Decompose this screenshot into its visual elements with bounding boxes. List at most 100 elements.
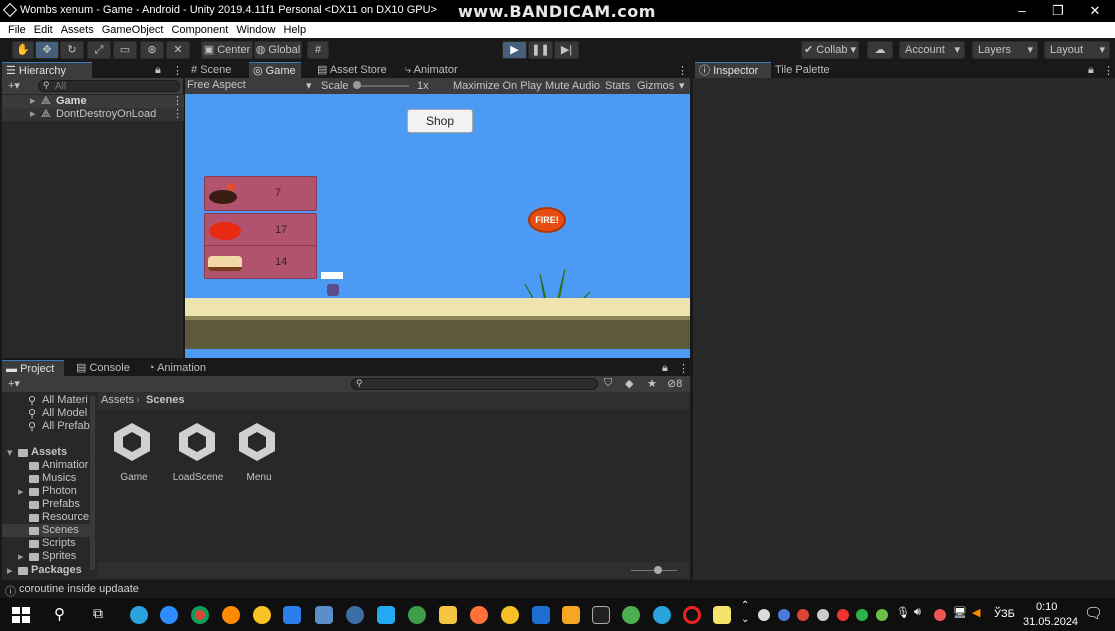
custom-tool-icon[interactable]: ✕ — [166, 41, 190, 59]
more-icon[interactable]: ⋮ — [172, 95, 183, 108]
chevron-up-icon[interactable]: ⌃ — [741, 600, 749, 611]
icon-size-slider-handle[interactable] — [654, 566, 662, 574]
hierarchy-search-input[interactable]: ⚲ All — [38, 80, 180, 92]
shop-button[interactable]: Shop — [407, 109, 473, 133]
chrome-icon[interactable] — [191, 606, 209, 624]
expand-arrow-icon[interactable]: ▸ — [30, 95, 36, 108]
asset-scene-menu[interactable]: Menu — [235, 420, 283, 483]
tree-folder-prefabs[interactable]: Prefabs — [42, 498, 80, 510]
collab-button[interactable]: ✔ Collab ▾ — [801, 41, 859, 59]
pivot-global-button[interactable]: ◍ Global — [254, 41, 302, 59]
more-icon[interactable]: ⋮ — [1103, 64, 1114, 77]
more-icon[interactable]: ⋮ — [677, 64, 688, 77]
tray-icon[interactable] — [758, 609, 770, 621]
status-message[interactable]: coroutine inside updaate — [19, 583, 139, 595]
record-icon[interactable] — [683, 606, 701, 624]
play-button[interactable]: ▶ — [502, 41, 527, 59]
aspect-dropdown[interactable]: Free Aspect ▾ — [187, 79, 315, 93]
favorite-all-models[interactable]: All Model — [42, 407, 87, 419]
app-icon[interactable] — [222, 606, 240, 624]
menu-edit[interactable]: Edit — [34, 24, 53, 36]
minimize-icon[interactable]: – — [1007, 2, 1037, 20]
tree-folder-resources[interactable]: Resource — [42, 511, 89, 523]
tree-folder-scripts[interactable]: Scripts — [42, 537, 76, 549]
tab-animator[interactable]: ⤷ Animator — [401, 62, 462, 78]
step-button[interactable]: ▶| — [554, 41, 579, 59]
hidden-packages-icon[interactable]: ⊘8 — [667, 377, 682, 390]
restore-icon[interactable]: ❐ — [1043, 2, 1073, 20]
clock-time[interactable]: 0:10 — [1036, 601, 1057, 613]
search-icon[interactable]: ⚲ — [54, 605, 65, 623]
more-icon[interactable]: ⋮ — [678, 362, 689, 375]
transform-tool-icon[interactable]: ⊛ — [140, 41, 164, 59]
tree-folder-sprites[interactable]: Sprites — [42, 550, 76, 562]
app-icon[interactable] — [562, 606, 580, 624]
move-tool-icon[interactable]: ✥ — [35, 41, 59, 59]
hierarchy-item-dontdestroyonload[interactable]: ▸ ⟁ DontDestroyOnLoad ⋮ — [2, 108, 184, 121]
zoom-icon[interactable] — [160, 606, 178, 624]
scale-slider[interactable] — [354, 85, 409, 87]
tab-console[interactable]: ▤ Console — [72, 360, 134, 376]
tree-scrollbar[interactable] — [90, 396, 95, 570]
tree-folder-photon[interactable]: Photon — [42, 485, 77, 497]
favorite-all-materials[interactable]: All Materi — [42, 394, 88, 406]
pause-button[interactable]: ❚❚ — [528, 41, 553, 59]
tray-icon[interactable] — [934, 609, 946, 621]
add-icon[interactable]: +▾ — [8, 377, 20, 390]
scale-tool-icon[interactable]: ⤢ — [87, 41, 111, 59]
tree-folder-animation[interactable]: Animatior — [42, 459, 88, 471]
stats-toggle[interactable]: Stats — [605, 80, 630, 92]
add-icon[interactable]: +▾ — [8, 79, 20, 92]
app-icon[interactable] — [713, 606, 731, 624]
tab-inspector[interactable]: ⓘ Inspector — [695, 62, 771, 78]
tab-project[interactable]: ▬ Project — [2, 360, 64, 376]
tray-icon[interactable] — [837, 609, 849, 621]
menu-window[interactable]: Window — [236, 24, 275, 36]
app-icon[interactable] — [346, 606, 364, 624]
tray-icon[interactable] — [817, 609, 829, 621]
expand-arrow-icon[interactable]: ▸ — [18, 550, 24, 563]
app-icon[interactable] — [408, 606, 426, 624]
more-icon[interactable]: ⋮ — [172, 64, 183, 77]
hand-tool-icon[interactable]: ✋ — [12, 41, 34, 59]
project-search-input[interactable]: ⚲ — [351, 378, 598, 390]
tree-assets[interactable]: Assets — [31, 446, 67, 458]
language-indicator[interactable]: ЎЗБ — [994, 608, 1015, 620]
app-icon[interactable] — [253, 606, 271, 624]
cloud-icon[interactable]: ☁ — [867, 41, 893, 59]
lock-icon[interactable]: 🔒︎ — [155, 64, 161, 77]
tray-icon[interactable] — [797, 609, 809, 621]
tab-asset-store[interactable]: ▤ Asset Store — [313, 62, 391, 78]
menu-assets[interactable]: Assets — [61, 24, 94, 36]
tray-icon[interactable] — [778, 609, 790, 621]
account-dropdown[interactable]: Account ▾ — [899, 41, 965, 59]
telegram-icon[interactable] — [130, 606, 148, 624]
tray-icon[interactable] — [856, 609, 868, 621]
filter-type-icon[interactable]: ⛉ — [604, 377, 612, 390]
grid-snap-icon[interactable]: # — [307, 41, 329, 59]
scale-slider-handle[interactable] — [353, 81, 361, 89]
lock-icon[interactable]: 🔒︎ — [662, 362, 668, 375]
clock-date[interactable]: 31.05.2024 — [1023, 616, 1078, 628]
asset-scene-game[interactable]: Game — [110, 420, 158, 483]
app-icon[interactable] — [283, 606, 301, 624]
unity-hub-icon[interactable] — [592, 606, 610, 624]
gizmos-toggle[interactable]: Gizmos — [637, 80, 674, 92]
fire-button[interactable]: FIRE! — [528, 207, 566, 233]
breadcrumb-scenes[interactable]: Scenes — [146, 394, 185, 406]
tree-folder-scenes[interactable]: Scenes — [42, 524, 79, 536]
maximize-on-play-toggle[interactable]: Maximize On Play — [453, 80, 542, 92]
chrome-icon[interactable] — [622, 606, 640, 624]
inventory-slot-bomb[interactable]: 7 — [204, 176, 317, 211]
favorite-all-prefabs[interactable]: All Prefab — [42, 420, 90, 432]
app-icon[interactable] — [532, 606, 550, 624]
network-icon[interactable]: 🖥︎ — [953, 606, 967, 619]
hierarchy-item-game[interactable]: ▸ ⟁ Game ⋮ — [2, 95, 184, 108]
layout-dropdown[interactable]: Layout ▾ — [1044, 41, 1110, 59]
chevron-down-icon[interactable]: ⌄ — [741, 614, 749, 625]
close-icon[interactable]: ✕ — [1080, 2, 1110, 20]
expand-arrow-icon[interactable]: ▸ — [18, 485, 24, 498]
firefox-icon[interactable] — [470, 606, 488, 624]
volume-icon[interactable]: 🔊︎ — [914, 606, 921, 619]
favorite-star-icon[interactable]: ★ — [647, 377, 657, 390]
